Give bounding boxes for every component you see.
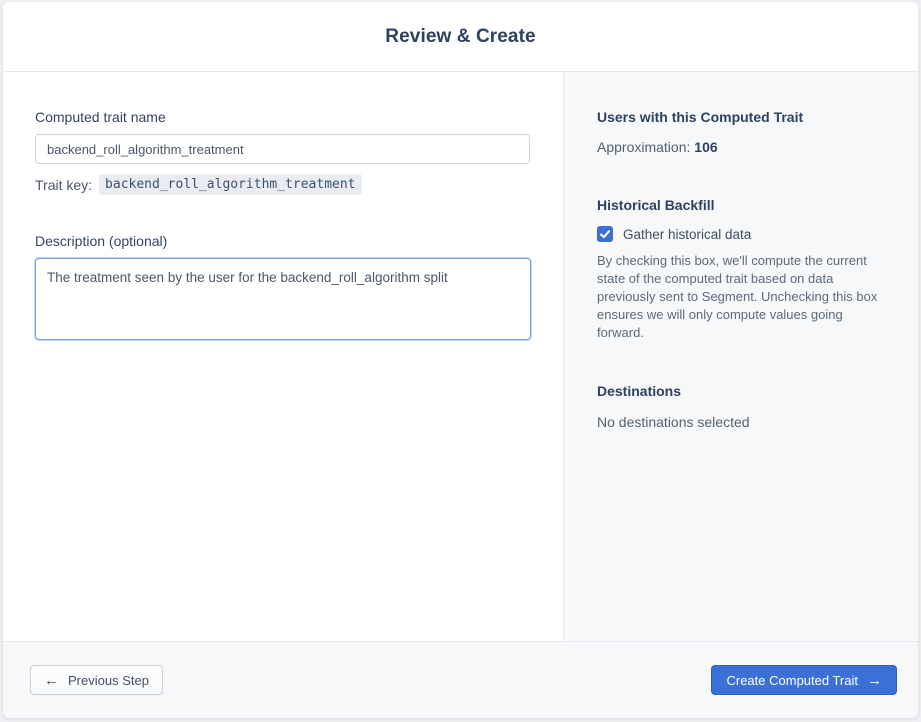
trait-key-badge: backend_roll_algorithm_treatment [99, 174, 362, 195]
checked-checkbox-icon[interactable] [597, 226, 613, 242]
description-label: Description (optional) [35, 233, 168, 249]
wizard-header: Review & Create [3, 2, 918, 72]
destinations-empty-text: No destinations selected [597, 414, 750, 430]
trait-key-label: Trait key: [35, 176, 93, 193]
page-title: Review & Create [385, 25, 536, 47]
approximation-line: Approximation: 106 [597, 139, 882, 155]
trait-name-input[interactable] [35, 134, 530, 164]
gather-historical-data-label: Gather historical data [623, 226, 752, 242]
review-create-card: Review & Create Computed trait name Trai… [3, 2, 918, 718]
trait-name-label: Computed trait name [35, 109, 166, 125]
gather-historical-data-checkbox-row[interactable]: Gather historical data [597, 226, 882, 242]
backfill-description: By checking this box, we'll compute the … [597, 253, 878, 340]
backfill-heading: Historical Backfill [597, 197, 715, 213]
approximation-label: Approximation: [597, 139, 695, 155]
trait-form: Computed trait name Trait key: backend_r… [3, 72, 563, 641]
create-trait-label: Create Computed Trait [726, 672, 858, 688]
previous-step-label: Previous Step [68, 672, 149, 688]
approximation-value: 106 [694, 139, 718, 155]
trait-key-row: Trait key: backend_roll_algorithm_treatm… [35, 174, 533, 195]
forward-arrow-icon: → [867, 671, 882, 689]
wizard-footer: ← Previous Step Create Computed Trait → [3, 641, 918, 718]
previous-step-button[interactable]: ← Previous Step [30, 665, 163, 695]
body-row: Computed trait name Trait key: backend_r… [3, 72, 918, 641]
description-textarea[interactable]: The treatment seen by the user for the b… [35, 258, 531, 340]
summary-sidebar: Users with this Computed Trait Approxima… [563, 72, 918, 641]
destinations-heading: Destinations [597, 383, 682, 399]
create-computed-trait-button[interactable]: Create Computed Trait → [711, 665, 897, 695]
users-heading: Users with this Computed Trait [597, 109, 804, 125]
back-arrow-icon: ← [44, 671, 59, 689]
